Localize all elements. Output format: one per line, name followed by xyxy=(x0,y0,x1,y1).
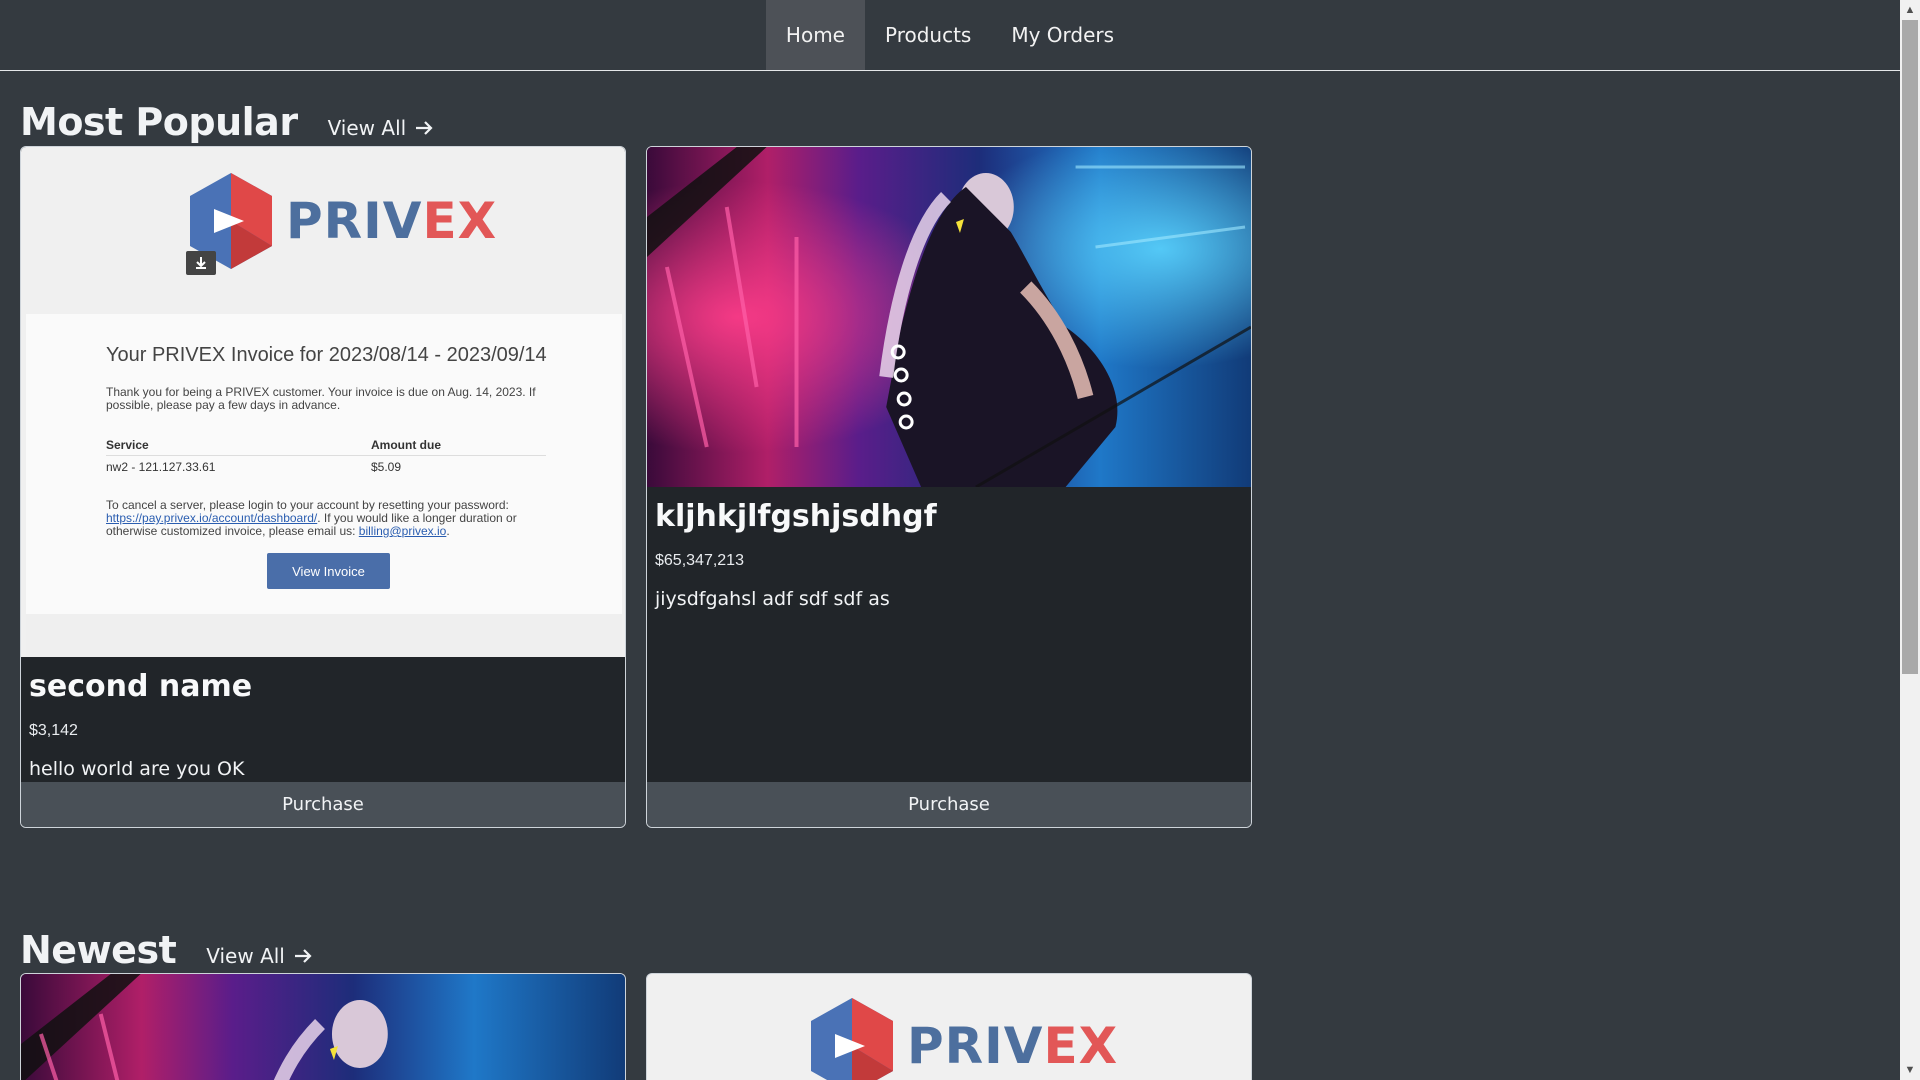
scrollbar-thumb[interactable] xyxy=(1902,20,1918,674)
col-service: Service xyxy=(106,437,149,452)
scroll-down-icon[interactable]: ▼ xyxy=(1900,1060,1920,1080)
nav-home[interactable]: Home xyxy=(765,0,865,70)
dashboard-link: https://pay.privex.io/account/dashboard/ xyxy=(106,511,318,525)
invoice-title: Your PRIVEX Invoice for 2023/08/14 - 202… xyxy=(106,344,547,366)
newest-card-privex[interactable]: PRIVEX xyxy=(646,973,1252,1080)
product-price: $65,347,213 xyxy=(655,552,744,569)
product-title: second name xyxy=(29,669,253,704)
scroll-up-icon[interactable]: ▲ xyxy=(1900,0,1920,20)
most-popular-title: Most Popular xyxy=(20,100,298,144)
nav-products[interactable]: Products xyxy=(865,0,991,70)
invoice-cancel-text: To cancel a server, please login to your… xyxy=(106,498,517,538)
newest-title: Newest xyxy=(20,928,177,972)
newest-card-cyberpunk[interactable] xyxy=(20,973,626,1080)
product-title: kljhkjlfgshjsdhgf xyxy=(655,499,937,534)
product-price: $3,142 xyxy=(29,722,78,739)
purchase-button[interactable]: Purchase xyxy=(647,782,1251,827)
vertical-scrollbar[interactable]: ▲ ▼ xyxy=(1900,0,1920,1080)
top-navigation: Home Products My Orders xyxy=(0,0,1900,71)
nav-my-orders[interactable]: My Orders xyxy=(991,0,1134,70)
view-invoice-button: View Invoice xyxy=(267,553,390,589)
product-description: hello world are you OK xyxy=(29,758,245,780)
product-image-cyberpunk-art xyxy=(647,147,1251,487)
most-popular-view-all[interactable]: View All xyxy=(328,116,435,140)
col-amount: Amount due xyxy=(371,437,441,452)
product-image-privex-invoice: PRIVEX Your PRIVEX Invoice for 2023/08/1… xyxy=(21,147,625,657)
most-popular-header: Most Popular View All xyxy=(20,100,434,144)
arrow-right-icon xyxy=(294,949,312,963)
invoice-intro: Thank you for being a PRIVEX customer. Y… xyxy=(106,385,536,412)
billing-email-link: billing@privex.io xyxy=(358,524,447,538)
view-all-label: View All xyxy=(327,116,407,140)
purchase-button[interactable]: Purchase xyxy=(21,782,625,827)
product-card-kljhkjlfgshjsdhgf[interactable]: kljhkjlfgshjsdhgf $65,347,213 jiysdfgahs… xyxy=(646,146,1252,828)
privex-logo: PRIVEX xyxy=(807,996,1118,1080)
row-amount: $5.09 xyxy=(371,460,402,474)
product-card-second-name[interactable]: PRIVEX Your PRIVEX Invoice for 2023/08/1… xyxy=(20,146,626,828)
row-service: nw2 - 121.127.33.61 xyxy=(106,460,216,474)
download-icon[interactable] xyxy=(186,251,216,275)
arrow-right-icon xyxy=(416,121,433,135)
newest-header: Newest View All xyxy=(20,928,313,972)
product-image-cyberpunk-art xyxy=(21,974,625,1080)
view-all-label: View All xyxy=(206,944,285,968)
invoice-table: Service Amount due nw2 - 121.127.33.61 $… xyxy=(106,434,546,478)
product-description: jiysdfgahsl adf sdf sdf as xyxy=(655,588,890,610)
privex-logo: PRIVEX xyxy=(186,171,497,271)
newest-view-all[interactable]: View All xyxy=(206,944,313,968)
